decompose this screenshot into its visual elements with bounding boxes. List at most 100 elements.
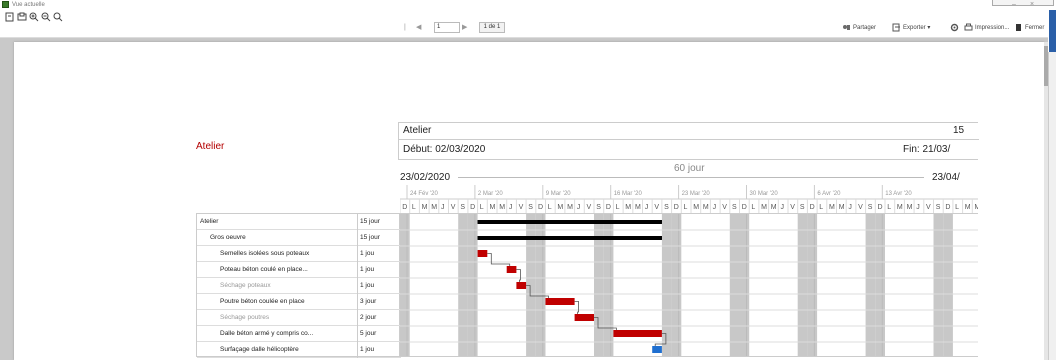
task-bar[interactable] <box>506 266 517 273</box>
day-letter: L <box>819 204 823 211</box>
side-panel <box>1048 52 1056 360</box>
weekend-shade <box>729 214 740 356</box>
task-duration: 1 jou <box>357 262 401 278</box>
title-bar: Vue actuelle – × <box>0 0 1056 10</box>
task-duration: 1 jou <box>357 246 401 262</box>
dependency-link <box>574 301 580 314</box>
task-row[interactable]: Gros oeuvre 15 jour <box>197 230 401 246</box>
weekend-shade <box>943 214 953 356</box>
zoom-fit-icon[interactable] <box>52 12 63 23</box>
task-bar[interactable] <box>652 346 662 353</box>
export-icon <box>892 23 901 32</box>
day-letter: M <box>761 204 767 211</box>
day-letter: J <box>441 204 445 211</box>
timeline-start: 23/02/2020 <box>400 172 451 183</box>
share-button[interactable]: Partager <box>842 21 876 35</box>
day-letter: S <box>596 204 601 211</box>
print-label: Impression... <box>975 25 1010 31</box>
task-bar[interactable] <box>613 330 662 337</box>
close-label: Fermer <box>1025 25 1045 31</box>
day-letter: M <box>829 204 835 211</box>
zoom-in-icon[interactable] <box>28 12 39 23</box>
day-letter: M <box>490 204 496 211</box>
task-table: Atelier 15 jour Gros oeuvre 15 jour Semelles… <box>196 213 401 358</box>
task-name: Dalle béton armé y compris co... <box>220 330 314 337</box>
day-letter: L <box>684 204 688 211</box>
close-icon[interactable]: × <box>1030 0 1034 10</box>
weekend-shade <box>875 214 885 356</box>
day-letter: S <box>868 204 873 211</box>
settings-button[interactable] <box>950 21 961 35</box>
export-button[interactable]: Exporter ▾ <box>892 21 930 35</box>
zoom-out-icon[interactable] <box>40 12 51 23</box>
day-letter: M <box>975 204 979 211</box>
task-duration: 5 jour <box>357 326 401 342</box>
task-duration: 15 jour <box>357 230 401 246</box>
task-row[interactable]: Poutre béton coulée en place 3 jour <box>197 294 401 310</box>
weekend-shade <box>467 214 478 356</box>
day-letter: V <box>519 204 524 211</box>
share-icon <box>842 23 851 32</box>
weekend-shade <box>603 214 614 356</box>
task-row[interactable]: Séchage poutres 2 jour <box>197 310 401 326</box>
day-letter: M <box>499 204 505 211</box>
task-name: Atelier <box>200 218 219 225</box>
day-letter: J <box>848 204 852 211</box>
day-letter: L <box>480 204 484 211</box>
day-letter: S <box>460 204 465 211</box>
task-name: Surfaçage dalle hélicoptère <box>220 346 299 353</box>
scrollbar-thumb[interactable] <box>1044 46 1048 86</box>
task-row[interactable]: Surfaçage dalle hélicoptère 1 jou <box>197 342 401 358</box>
week-label: 16 Mar '20 <box>614 191 643 197</box>
task-name: Gros oeuvre <box>210 234 246 241</box>
task-name: Séchage poteaux <box>220 282 271 289</box>
window-title: Vue actuelle <box>12 2 45 8</box>
floating-panel <box>992 0 1054 6</box>
weekend-shade <box>739 214 750 356</box>
page-view-icon[interactable] <box>4 12 15 23</box>
day-letter: M <box>567 204 573 211</box>
task-duration: 2 jour <box>357 310 401 326</box>
task-bar[interactable] <box>545 298 575 305</box>
project-number: 15 <box>953 125 965 136</box>
task-name: Poutre béton coulée en place <box>220 298 305 305</box>
day-letter: D <box>878 204 883 211</box>
weekend-shade <box>671 214 682 356</box>
day-letter: M <box>431 204 437 211</box>
timeline-duration: 60 jour <box>674 163 705 174</box>
print-button[interactable]: Impression... <box>964 21 1009 35</box>
app-icon <box>2 1 9 8</box>
side-tab[interactable] <box>1049 10 1056 52</box>
day-letter: V <box>722 204 727 211</box>
day-letter: L <box>887 204 891 211</box>
task-duration: 3 jour <box>357 294 401 310</box>
day-letter: V <box>451 204 456 211</box>
prev-page-button[interactable]: ◀ <box>416 21 421 35</box>
day-letter: D <box>674 204 679 211</box>
task-bar[interactable] <box>516 282 527 289</box>
weekend-shade <box>661 214 672 356</box>
task-bar[interactable] <box>477 250 488 257</box>
page-number-input[interactable]: 1 <box>434 22 460 33</box>
day-letter: M <box>703 204 709 211</box>
close-button[interactable]: Fermer <box>1014 21 1044 35</box>
share-label: Partager <box>853 25 877 31</box>
task-row[interactable]: Dalle béton armé y compris co... 5 jour <box>197 326 401 342</box>
task-row[interactable]: Poteau béton coulé en place... 1 jou <box>197 262 401 278</box>
task-name: Semelles isolées sous poteaux <box>220 250 310 257</box>
task-row[interactable]: Semelles isolées sous poteaux 1 jou <box>197 246 401 262</box>
task-bar[interactable] <box>574 314 594 321</box>
project-start: Début: 02/03/2020 <box>403 144 486 155</box>
next-page-button[interactable]: ▶ <box>462 21 467 35</box>
task-duration: 1 jou <box>357 342 401 358</box>
page-setup-icon[interactable] <box>16 12 27 23</box>
day-letter: D <box>606 204 611 211</box>
task-row[interactable]: Séchage poteaux 1 jou <box>197 278 401 294</box>
timeline-end: 23/04/ <box>932 172 960 183</box>
day-letter: L <box>751 204 755 211</box>
minimize-icon[interactable]: – <box>1012 0 1016 10</box>
project-end: Fin: 21/03/ <box>903 144 951 155</box>
vertical-scrollbar[interactable] <box>1044 42 1048 360</box>
week-label: 30 Mar '20 <box>750 191 779 197</box>
task-row[interactable]: Atelier 15 jour <box>197 214 401 230</box>
